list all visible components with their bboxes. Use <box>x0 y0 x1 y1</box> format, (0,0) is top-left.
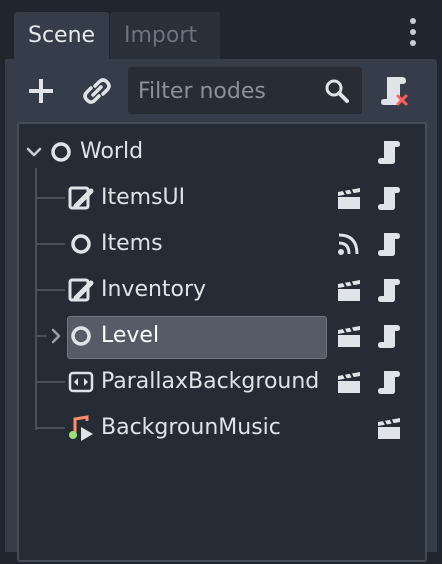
filter-nodes-field[interactable] <box>128 67 362 116</box>
tree-item-label: Inventory <box>101 277 207 302</box>
clapperboard-icon[interactable] <box>335 368 363 396</box>
tree-item-label: ItemsUI <box>101 185 186 210</box>
add-node-button[interactable] <box>22 72 60 110</box>
plus-icon <box>29 79 53 103</box>
tab-scene[interactable]: Scene <box>14 12 110 59</box>
tree-item-label: Level <box>101 323 160 348</box>
script-icon[interactable] <box>375 368 403 396</box>
script-icon[interactable] <box>375 322 403 350</box>
tree-item-label: BackgrounMusic <box>101 415 281 440</box>
link-icon <box>83 78 111 104</box>
tree-item-inventory[interactable]: Inventory <box>19 268 425 312</box>
detach-script-button[interactable] <box>375 72 413 110</box>
tree-item-items[interactable]: Items <box>19 222 425 266</box>
tree-item-itemsui[interactable]: ItemsUI <box>19 176 425 220</box>
control-icon <box>68 186 94 210</box>
script-icon[interactable] <box>375 276 403 304</box>
node-circle-icon <box>71 234 91 254</box>
control-icon <box>68 278 94 302</box>
tree-item-label: World <box>80 139 144 164</box>
tree-item-label: Items <box>101 231 163 256</box>
node-circle-icon <box>51 142 71 162</box>
chevron-right-icon[interactable] <box>47 327 65 345</box>
script-icon[interactable] <box>375 184 403 212</box>
tree-item-label: ParallaxBackground <box>101 369 320 394</box>
clapperboard-icon[interactable] <box>375 414 403 442</box>
instance-scene-button[interactable] <box>78 72 116 110</box>
script-icon[interactable] <box>375 138 403 166</box>
audio-icon <box>69 415 93 441</box>
clapperboard-icon[interactable] <box>335 184 363 212</box>
more-options-icon[interactable] <box>406 18 420 54</box>
tab-import[interactable]: Import <box>110 12 220 59</box>
tree-item-world[interactable]: World <box>19 130 425 174</box>
script-icon[interactable] <box>375 230 403 258</box>
clapperboard-icon[interactable] <box>335 276 363 304</box>
script-remove-icon <box>381 77 408 106</box>
clapperboard-icon[interactable] <box>335 322 363 350</box>
scene-tree[interactable]: World ItemsUI Items Inventory Level Para… <box>17 122 427 562</box>
tree-item-level[interactable]: Level <box>19 314 425 359</box>
parallax-icon <box>68 371 94 393</box>
node-circle-icon <box>71 326 91 346</box>
search-icon <box>325 79 349 103</box>
filter-nodes-input[interactable] <box>136 67 320 116</box>
chevron-down-icon[interactable] <box>25 143 43 161</box>
signal-icon[interactable] <box>335 230 363 258</box>
tree-item-parallaxbackground[interactable]: ParallaxBackground <box>19 360 425 404</box>
tree-item-backgrounmusic[interactable]: BackgrounMusic <box>19 406 425 450</box>
